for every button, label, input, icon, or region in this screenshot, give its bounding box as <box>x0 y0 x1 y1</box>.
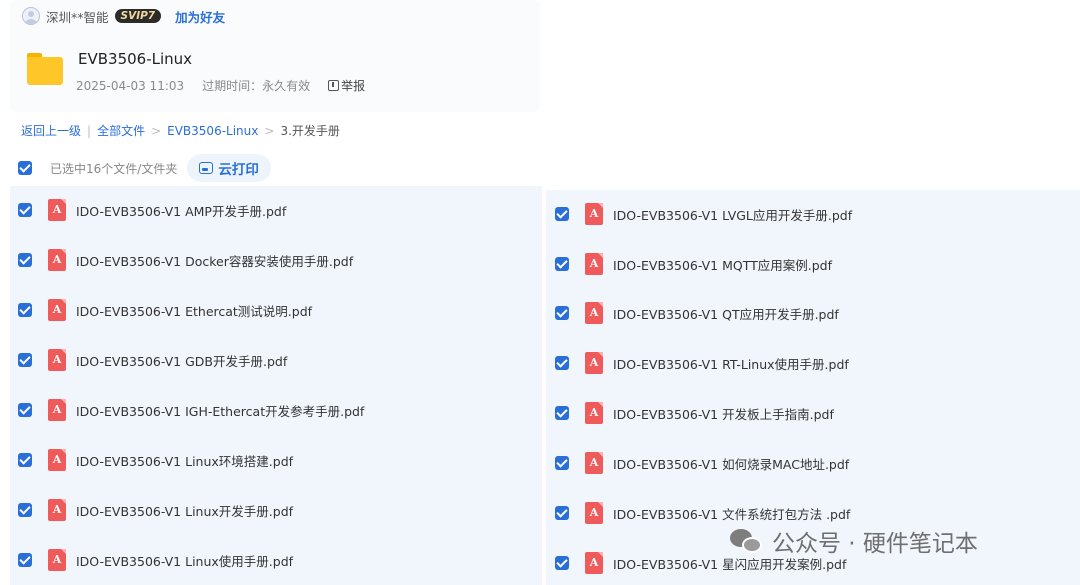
pdf-file-icon: A <box>585 253 603 275</box>
pdf-file-icon: A <box>48 349 66 371</box>
file-checkbox[interactable] <box>555 556 569 570</box>
file-row[interactable]: A IDO-EVB3506-V1 RT-Linux使用手册.pdf <box>555 348 849 378</box>
pdf-file-icon: A <box>48 249 66 271</box>
file-checkbox[interactable] <box>18 553 32 567</box>
pdf-file-icon: A <box>585 402 603 424</box>
file-name[interactable]: IDO-EVB3506-V1 文件系统打包方法 .pdf <box>613 504 850 523</box>
folder-title: EVB3506-Linux <box>78 50 193 68</box>
breadcrumb-separator: | <box>87 123 92 138</box>
file-checkbox[interactable] <box>18 203 32 217</box>
pdf-file-icon: A <box>48 549 66 571</box>
file-name[interactable]: IDO-EVB3506-V1 GDB开发手册.pdf <box>76 351 287 370</box>
breadcrumb-separator: > <box>264 123 275 138</box>
pdf-file-icon: A <box>48 299 66 321</box>
file-row[interactable]: A IDO-EVB3506-V1 Linux环境搭建.pdf <box>18 445 293 475</box>
file-row[interactable]: A IDO-EVB3506-V1 QT应用开发手册.pdf <box>555 298 839 328</box>
svip-badge: SVIP7 <box>114 9 162 23</box>
file-checkbox[interactable] <box>18 353 32 367</box>
file-name[interactable]: IDO-EVB3506-V1 Ethercat测试说明.pdf <box>76 301 312 320</box>
file-row[interactable]: A IDO-EVB3506-V1 Docker容器安装使用手册.pdf <box>18 245 353 275</box>
file-checkbox[interactable] <box>555 406 569 420</box>
folder-meta: 2025-04-03 11:03 过期时间：永久有效 举报 <box>76 77 365 94</box>
file-name[interactable]: IDO-EVB3506-V1 Linux使用手册.pdf <box>76 551 293 570</box>
owner-row: 深圳**智能 SVIP7 加为好友 <box>22 6 225 26</box>
file-name[interactable]: IDO-EVB3506-V1 AMP开发手册.pdf <box>76 201 286 220</box>
select-all-checkbox[interactable] <box>18 161 32 175</box>
pdf-file-icon: A <box>585 352 603 374</box>
file-row[interactable]: A IDO-EVB3506-V1 MQTT应用案例.pdf <box>555 249 832 279</box>
file-row[interactable]: A IDO-EVB3506-V1 Linux开发手册.pdf <box>18 495 293 525</box>
pdf-file-icon: A <box>48 449 66 471</box>
watermark: 公众号 · 硬件笔记本 <box>730 524 978 558</box>
file-checkbox[interactable] <box>18 453 32 467</box>
file-checkbox[interactable] <box>18 503 32 517</box>
file-name[interactable]: IDO-EVB3506-V1 RT-Linux使用手册.pdf <box>613 354 849 373</box>
report-label: 举报 <box>341 79 366 93</box>
folder-icon <box>27 53 63 85</box>
file-checkbox[interactable] <box>555 306 569 320</box>
expire-time: 过期时间：永久有效 <box>202 79 311 93</box>
file-name[interactable]: IDO-EVB3506-V1 MQTT应用案例.pdf <box>613 255 832 274</box>
file-checkbox[interactable] <box>555 257 569 271</box>
file-checkbox[interactable] <box>555 207 569 221</box>
breadcrumb-all-files[interactable]: 全部文件 <box>97 122 145 139</box>
file-checkbox[interactable] <box>555 356 569 370</box>
file-name[interactable]: IDO-EVB3506-V1 IGH-Ethercat开发参考手册.pdf <box>76 401 364 420</box>
file-row[interactable]: A IDO-EVB3506-V1 GDB开发手册.pdf <box>18 345 287 375</box>
file-row[interactable]: A IDO-EVB3506-V1 开发板上手指南.pdf <box>555 398 834 428</box>
selection-bar: 已选中16个文件/文件夹 云打印 <box>18 153 271 183</box>
file-name[interactable]: IDO-EVB3506-V1 开发板上手指南.pdf <box>613 404 834 423</box>
breadcrumb-current: 3.开发手册 <box>280 124 340 138</box>
breadcrumb-parent[interactable]: EVB3506-Linux <box>167 124 258 138</box>
add-friend-link[interactable]: 加为好友 <box>175 7 225 26</box>
pdf-file-icon: A <box>585 302 603 324</box>
wechat-icon <box>730 527 764 555</box>
file-checkbox[interactable] <box>555 506 569 520</box>
file-name[interactable]: IDO-EVB3506-V1 Linux环境搭建.pdf <box>76 451 293 470</box>
pdf-file-icon: A <box>585 203 603 225</box>
printer-icon <box>199 162 214 174</box>
file-row[interactable]: A IDO-EVB3506-V1 LVGL应用开发手册.pdf <box>555 199 852 229</box>
report-button[interactable]: 举报 <box>328 77 365 94</box>
file-row[interactable]: A IDO-EVB3506-V1 IGH-Ethercat开发参考手册.pdf <box>18 395 364 425</box>
cloud-print-label: 云打印 <box>218 162 259 178</box>
file-row[interactable]: A IDO-EVB3506-V1 如何烧录MAC地址.pdf <box>555 448 849 478</box>
file-row[interactable]: A IDO-EVB3506-V1 AMP开发手册.pdf <box>18 195 286 225</box>
pdf-file-icon: A <box>48 499 66 521</box>
file-list-left: A IDO-EVB3506-V1 AMP开发手册.pdf A IDO-EVB35… <box>10 186 542 585</box>
share-page: 深圳**智能 SVIP7 加为好友 EVB3506-Linux 2025-04-… <box>0 0 1080 585</box>
avatar[interactable] <box>22 7 40 25</box>
file-name[interactable]: IDO-EVB3506-V1 如何烧录MAC地址.pdf <box>613 454 849 473</box>
pdf-file-icon: A <box>585 502 603 524</box>
report-icon <box>328 80 340 91</box>
file-checkbox[interactable] <box>18 403 32 417</box>
file-row[interactable]: A IDO-EVB3506-V1 Linux使用手册.pdf <box>18 545 293 575</box>
pdf-file-icon: A <box>48 399 66 421</box>
file-checkbox[interactable] <box>18 253 32 267</box>
breadcrumb-back[interactable]: 返回上一级 <box>21 122 81 139</box>
owner-name[interactable]: 深圳**智能 <box>46 7 109 26</box>
cloud-print-button[interactable]: 云打印 <box>187 154 271 182</box>
pdf-file-icon: A <box>585 452 603 474</box>
file-checkbox[interactable] <box>18 303 32 317</box>
watermark-text: 公众号 · 硬件笔记本 <box>772 531 978 557</box>
pdf-file-icon: A <box>585 552 603 574</box>
pdf-file-icon: A <box>48 199 66 221</box>
selection-count: 已选中16个文件/文件夹 <box>50 161 178 176</box>
file-name[interactable]: IDO-EVB3506-V1 LVGL应用开发手册.pdf <box>613 205 852 224</box>
breadcrumb: 返回上一级 | 全部文件 > EVB3506-Linux > 3.开发手册 <box>21 122 340 139</box>
file-name[interactable]: IDO-EVB3506-V1 Docker容器安装使用手册.pdf <box>76 251 353 270</box>
file-row[interactable]: A IDO-EVB3506-V1 Ethercat测试说明.pdf <box>18 295 312 325</box>
share-date: 2025-04-03 11:03 <box>76 78 185 93</box>
file-name[interactable]: IDO-EVB3506-V1 QT应用开发手册.pdf <box>613 304 839 323</box>
file-checkbox[interactable] <box>555 456 569 470</box>
breadcrumb-separator: > <box>151 123 162 138</box>
file-name[interactable]: IDO-EVB3506-V1 Linux开发手册.pdf <box>76 501 293 520</box>
